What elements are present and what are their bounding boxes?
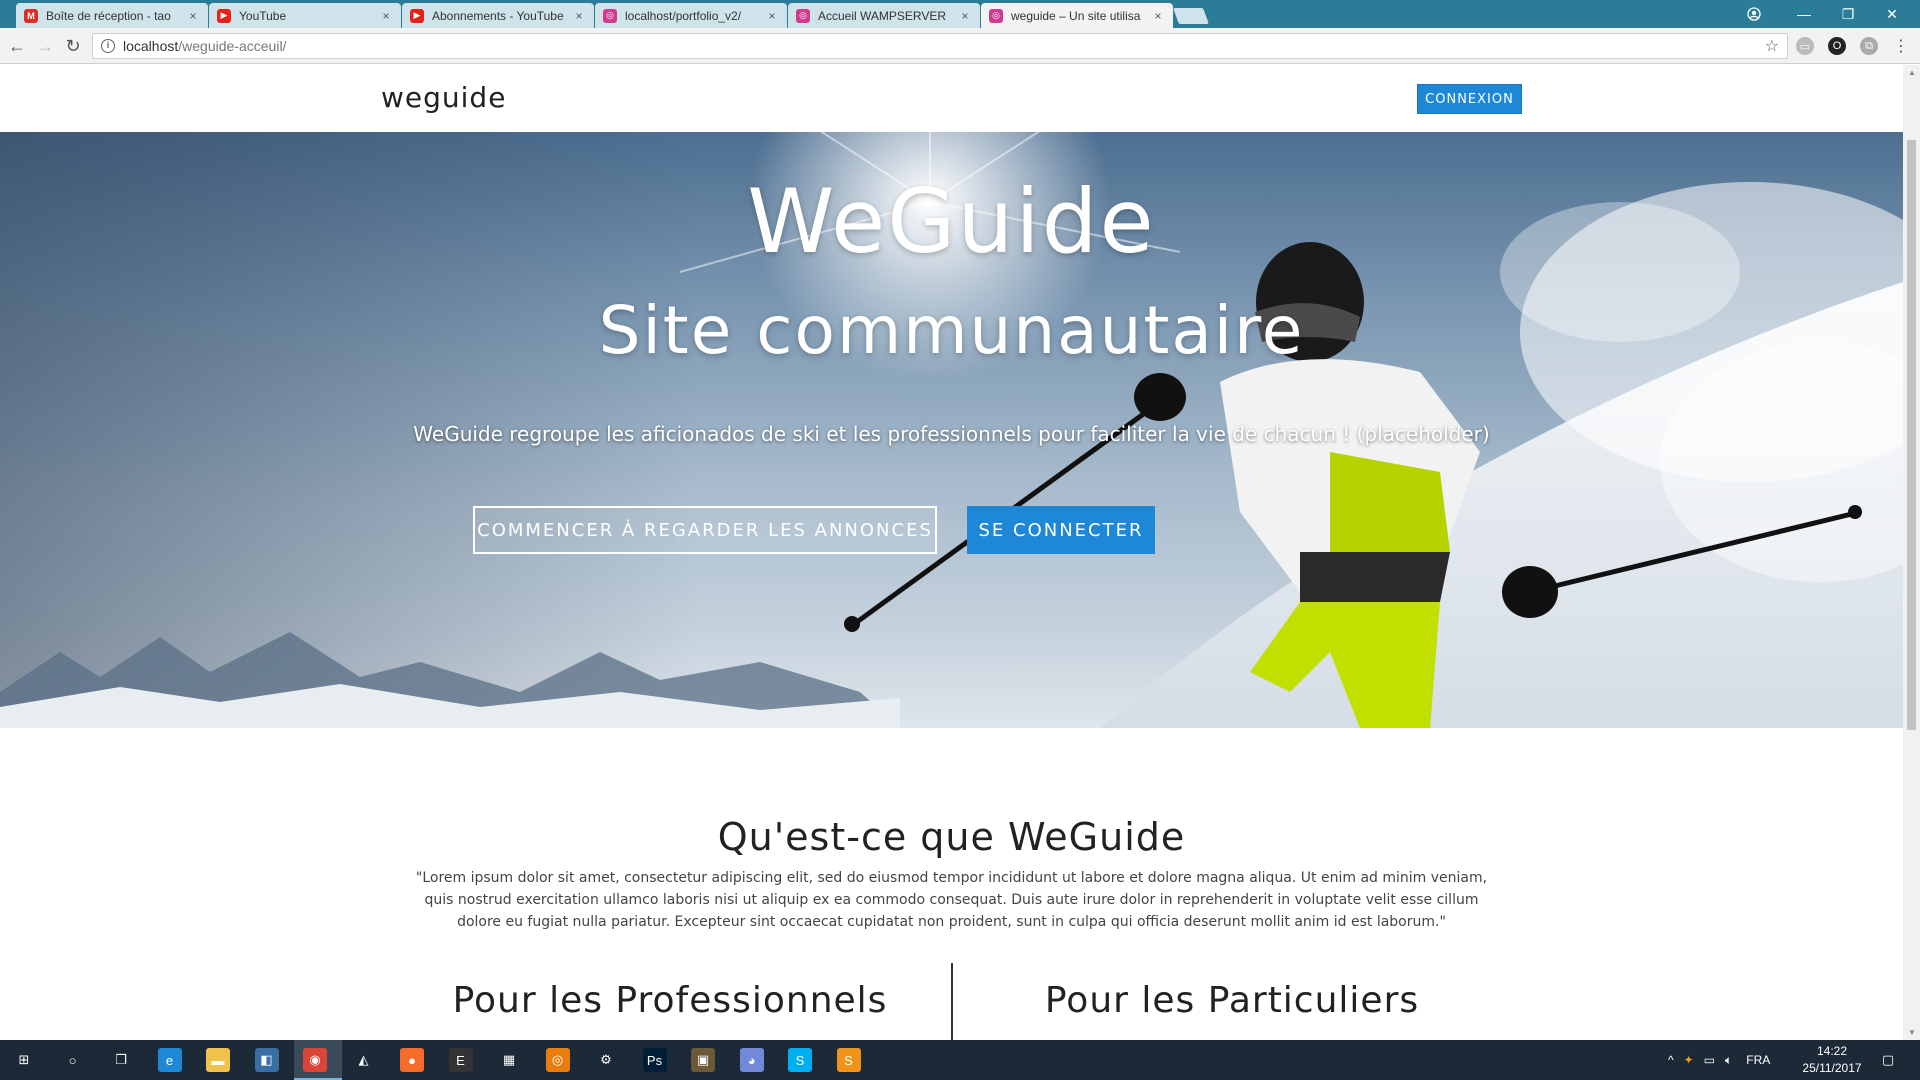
close-window-icon[interactable]: ✕ bbox=[1870, 0, 1914, 28]
tab-close-icon[interactable]: × bbox=[379, 9, 393, 23]
tab-label: Accueil WAMPSERVER bbox=[818, 8, 947, 23]
column-divider bbox=[951, 963, 953, 1040]
browser-tab[interactable]: ◎ weguide – Un site utilisa × bbox=[981, 3, 1173, 28]
back-icon[interactable]: ← bbox=[6, 35, 28, 57]
tab-close-icon[interactable]: × bbox=[765, 9, 779, 23]
browser-tab[interactable]: ◎ localhost/portfolio_v2/ × bbox=[595, 3, 787, 28]
scroll-down-icon[interactable]: ▼ bbox=[1908, 1028, 1916, 1037]
gmail-icon: M bbox=[24, 8, 38, 23]
chevron-up-icon[interactable]: ^ bbox=[1668, 1053, 1674, 1067]
clock-date: 25/11/2017 bbox=[1802, 1061, 1862, 1075]
page-scrollbar[interactable]: ▲ ▼ bbox=[1903, 65, 1920, 1040]
scrollbar-thumb[interactable] bbox=[1907, 140, 1916, 730]
clock-time: 14:22 bbox=[1816, 1044, 1848, 1058]
tray-app-icon[interactable]: ✦ bbox=[1684, 1053, 1694, 1067]
tab-close-icon[interactable]: × bbox=[186, 9, 200, 23]
store-icon[interactable]: ◧ bbox=[254, 1048, 279, 1072]
tab-label: weguide – Un site utilisa bbox=[1011, 8, 1141, 23]
login-button[interactable]: CONNEXION bbox=[1417, 84, 1522, 114]
menu-icon[interactable]: ⋮ bbox=[1890, 35, 1912, 57]
hero-description: WeGuide regroupe les aficionados de ski … bbox=[413, 422, 1490, 446]
extension-icon[interactable]: ▭ bbox=[1796, 37, 1814, 55]
bookmark-star-icon[interactable]: ☆ bbox=[1765, 36, 1779, 56]
tab-label: Boîte de réception - tao bbox=[46, 8, 171, 23]
extension-icon[interactable]: O bbox=[1828, 37, 1846, 55]
browser-tab[interactable]: ◎ Accueil WAMPSERVER × bbox=[788, 3, 980, 28]
info-icon[interactable]: i bbox=[101, 39, 115, 53]
reload-icon[interactable]: ↻ bbox=[62, 35, 84, 57]
sign-in-button[interactable]: SE CONNECTER bbox=[967, 506, 1155, 554]
forward-icon[interactable]: → bbox=[34, 35, 56, 57]
professionals-title: Pour les Professionnels bbox=[452, 980, 888, 1021]
edge-icon[interactable]: e bbox=[157, 1048, 182, 1072]
sublime-icon[interactable]: S bbox=[836, 1048, 861, 1072]
app-icon[interactable]: ◭ bbox=[352, 1048, 376, 1072]
browser-tab[interactable]: ▶ Abonnements - YouTube × bbox=[402, 3, 594, 28]
individuals-title: Pour les Particuliers bbox=[1044, 980, 1420, 1021]
volume-icon[interactable]: 🔈︎ bbox=[1725, 1053, 1732, 1068]
windows-start-icon[interactable]: ⊞ bbox=[12, 1048, 36, 1072]
youtube-icon: ▶ bbox=[217, 8, 231, 23]
brand-logo[interactable]: weguide bbox=[381, 81, 506, 114]
steam-icon[interactable]: ⚙ bbox=[594, 1048, 618, 1072]
scroll-up-icon[interactable]: ▲ bbox=[1908, 68, 1916, 77]
minimize-icon[interactable]: — bbox=[1782, 0, 1826, 28]
site-icon: ◎ bbox=[603, 8, 617, 23]
browser-toolbar: ← → ↻ i localhost/weguide-acceuil/ ☆ ▭ O… bbox=[0, 28, 1920, 64]
file-explorer-icon[interactable]: ▬ bbox=[206, 1048, 230, 1072]
tab-label: localhost/portfolio_v2/ bbox=[625, 8, 742, 23]
tab-close-icon[interactable]: × bbox=[572, 9, 586, 23]
tab-label: Abonnements - YouTube bbox=[432, 8, 564, 23]
tab-strip: M Boîte de réception - tao × ▶ YouTube × ▶ Abon… bbox=[0, 0, 1920, 28]
profile-icon[interactable] bbox=[1732, 0, 1776, 28]
system-tray: ^ ✦ ▭ 🔈︎ FRA bbox=[1668, 1040, 1770, 1080]
extension-icon[interactable]: ⧉ bbox=[1860, 37, 1878, 55]
about-text: "Lorem ipsum dolor sit amet, consectetur… bbox=[415, 870, 1488, 930]
network-icon[interactable]: ▭ bbox=[1704, 1053, 1715, 1067]
restore-icon[interactable]: ❐ bbox=[1826, 0, 1870, 28]
skype-icon[interactable]: S bbox=[788, 1048, 812, 1072]
browse-listings-button[interactable]: COMMENCER À REGARDER LES ANNONCES bbox=[473, 506, 937, 554]
browser-tab[interactable]: M Boîte de réception - tao × bbox=[16, 3, 208, 28]
clock[interactable]: 14:22 25/11/2017 bbox=[1790, 1043, 1874, 1077]
site-header: weguide CONNEXION bbox=[0, 65, 1903, 132]
notifications-icon[interactable]: ▢ bbox=[1876, 1048, 1900, 1072]
cortana-icon[interactable]: ○ bbox=[61, 1048, 85, 1072]
taskbar: ⊞ ○ ❐ e ▬ ◧ ◉ ◭ ● E ▦ ◎ ⚙ Ps ▣ ◕ S S ^ ✦ ▭ 🔈︎ FRA 14:22 2… bbox=[0, 1040, 1920, 1080]
discord-icon[interactable]: ◕ bbox=[739, 1048, 764, 1072]
hero-subtitle: Site communautaire bbox=[598, 292, 1305, 369]
tab-close-icon[interactable]: × bbox=[1151, 9, 1165, 23]
url-host: localhost bbox=[123, 38, 179, 54]
media-icon[interactable]: ▣ bbox=[691, 1048, 715, 1072]
browser-tab[interactable]: ▶ YouTube × bbox=[209, 3, 401, 28]
chrome-icon[interactable]: ◉ bbox=[303, 1048, 327, 1072]
site-icon: ◎ bbox=[796, 8, 810, 23]
origin-icon[interactable]: ● bbox=[400, 1048, 424, 1072]
task-view-icon[interactable]: ❐ bbox=[109, 1048, 133, 1072]
calculator-icon[interactable]: ▦ bbox=[497, 1048, 521, 1072]
tab-close-icon[interactable]: × bbox=[958, 9, 972, 23]
tab-label: YouTube bbox=[239, 8, 287, 23]
epic-icon[interactable]: E bbox=[448, 1048, 473, 1072]
url-path: /weguide-acceuil/ bbox=[178, 38, 287, 54]
language-indicator[interactable]: FRA bbox=[1746, 1053, 1770, 1067]
blender-icon[interactable]: ◎ bbox=[545, 1048, 570, 1072]
photoshop-icon[interactable]: Ps bbox=[642, 1048, 667, 1072]
hero-title: WeGuide bbox=[747, 170, 1156, 273]
new-tab-button[interactable] bbox=[1173, 8, 1209, 24]
hero-section: WeGuide Site communautaire WeGuide regro… bbox=[0, 132, 1903, 728]
address-bar[interactable]: i localhost/weguide-acceuil/ ☆ bbox=[92, 33, 1788, 59]
about-title: Qu'est-ce que WeGuide bbox=[717, 815, 1186, 859]
page-viewport: weguide CONNEXION WeGuide Site communaut… bbox=[0, 65, 1903, 1040]
site-icon: ◎ bbox=[989, 8, 1003, 23]
youtube-icon: ▶ bbox=[410, 8, 424, 23]
